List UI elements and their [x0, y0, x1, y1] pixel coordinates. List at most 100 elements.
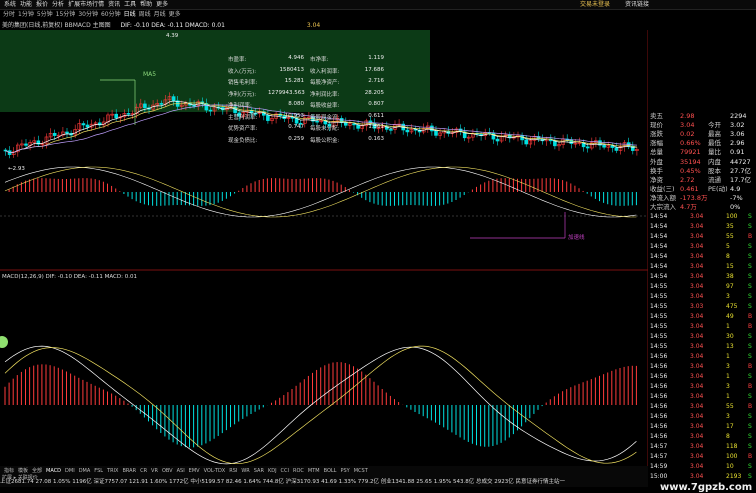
tick-price: 3.04 — [690, 283, 704, 290]
period-tab-6[interactable]: 日线 — [124, 10, 136, 20]
tick-price: 3.04 — [690, 273, 704, 280]
tick-side: S — [748, 393, 752, 400]
indicator-tab-16[interactable]: WR — [241, 467, 249, 475]
tick-side: B — [748, 403, 753, 410]
indicator-tab-15[interactable]: RSI — [229, 467, 237, 475]
indicator-tab-3[interactable]: MACD — [46, 467, 61, 475]
info-label: 每股收益率: — [310, 103, 340, 109]
info-label: 净利润率: — [228, 103, 252, 109]
indicator-tab-13[interactable]: EMV — [189, 467, 200, 475]
tick-row: 14:57 3.04 118 S — [648, 443, 756, 451]
tick-volume: 1 — [726, 323, 730, 330]
indicator-tab-18[interactable]: KDJ — [268, 467, 277, 475]
tick-time: 14:54 — [650, 253, 668, 260]
tick-time: 15:00 — [650, 473, 668, 480]
indicator-tab-8[interactable]: BRAR — [122, 467, 136, 475]
indicator-tab-21[interactable]: MTM — [308, 467, 320, 475]
quote-value2: 2.96 — [730, 139, 745, 148]
trade-login-link[interactable]: 交易未登录 — [580, 0, 610, 9]
info-value: 0.747 — [288, 124, 304, 130]
tick-row: 14:55 3.04 13 S — [648, 343, 756, 351]
indicator-tab-20[interactable]: ROC — [293, 467, 304, 475]
menu-item-0[interactable]: 系统 — [4, 0, 16, 9]
menu-item-8[interactable]: 更多 — [156, 0, 168, 9]
info-label: 净利(万元): — [228, 91, 257, 98]
upper-histogram — [8, 178, 637, 206]
menu-item-7[interactable]: 帮助 — [140, 0, 152, 9]
info-value: 1.119 — [368, 55, 384, 61]
tick-time: 14:56 — [650, 363, 668, 370]
info-value: 4.946 — [288, 55, 304, 61]
tick-row: 14:56 3.04 8 S — [648, 433, 756, 441]
indicator-tab-5[interactable]: DMA — [79, 467, 91, 475]
tick-row: 14:56 3.04 55 B — [648, 403, 756, 411]
period-tab-4[interactable]: 30分钟 — [78, 10, 98, 20]
indicator-tab-23[interactable]: PSY — [340, 467, 349, 475]
period-toolbar: 分时 1分钟 5分钟 15分钟 30分钟 60分钟 日线 周线 月线 更多 — [0, 10, 430, 20]
menu-item-5[interactable]: 资讯 — [108, 0, 120, 9]
tick-volume: 49 — [726, 313, 734, 320]
tick-price: 3.04 — [690, 263, 704, 270]
quote-label2: PE(动) — [708, 184, 728, 193]
quote-value: 0.66% — [680, 139, 701, 148]
tick-row: 14:54 3.04 35 S — [648, 223, 756, 231]
indicator-header: DIF: -0.10 DEA: -0.11 DMACD: 0.01 — [120, 22, 225, 29]
tick-row: 14:54 3.04 8 S — [648, 253, 756, 261]
indicator-value: 3.04 — [306, 22, 321, 29]
tick-price: 3.04 — [690, 343, 704, 350]
tick-price: 3.04 — [690, 233, 704, 240]
quote-value2: 0.91 — [730, 148, 745, 157]
period-tab-7[interactable]: 周线 — [139, 10, 151, 20]
tick-price: 3.04 — [690, 363, 704, 370]
tick-row: 14:54 3.04 55 B — [648, 233, 756, 241]
period-tab-0[interactable]: 分时 — [3, 10, 15, 20]
menu-item-2[interactable]: 报价 — [36, 0, 48, 9]
period-tab-2[interactable]: 5分钟 — [37, 10, 53, 20]
indicator-tab-17[interactable]: SAR — [254, 467, 264, 475]
tick-volume: 3 — [726, 383, 730, 390]
tick-side: B — [748, 383, 753, 390]
period-tab-5[interactable]: 60分钟 — [101, 10, 121, 20]
info-value: 1580413 — [279, 66, 305, 73]
indicator-tab-6[interactable]: FSL — [94, 467, 103, 475]
period-tab-3[interactable]: 15分钟 — [56, 10, 76, 20]
tick-side: S — [748, 303, 752, 310]
macd-header: MACD(12,26,9) DIF: -0.10 DEA: -0.11 MACD… — [2, 274, 137, 280]
indicator-tab-10[interactable]: VR — [151, 467, 158, 475]
period-tab-9[interactable]: 更多 — [169, 10, 181, 20]
tick-time: 14:55 — [650, 323, 668, 330]
info-value: 1279943.563 — [268, 89, 305, 96]
indicator-tab-22[interactable]: BOLL — [324, 467, 337, 475]
tick-side: S — [748, 223, 752, 230]
period-tab-8[interactable]: 月线 — [154, 10, 166, 20]
indicator-tab-11[interactable]: OBV — [162, 467, 173, 475]
quote-label: 外盘 — [650, 157, 663, 166]
tick-volume: 100 — [726, 453, 738, 460]
indicator-tab-19[interactable]: CCI — [281, 467, 289, 475]
info-label: 现金负债比: — [228, 137, 258, 144]
tick-time: 14:54 — [650, 273, 668, 280]
info-link[interactable]: 资讯链接 — [625, 0, 649, 9]
quote-value: 0.461 — [680, 184, 699, 193]
info-label: 每股现金流: — [310, 114, 340, 121]
info-value: 0.611 — [368, 112, 384, 119]
scroll-handle[interactable] — [0, 336, 8, 348]
indicator-tab-12[interactable]: ASI — [177, 467, 185, 475]
indicator-tab-7[interactable]: TRIX — [107, 467, 118, 475]
tick-volume: 38 — [726, 273, 734, 280]
index-ticker: 上证2681.74 27.08 1.05% 1196亿 深证7757.07 12… — [0, 479, 565, 485]
menu-item-1[interactable]: 功能 — [20, 0, 32, 9]
indicator-tab-9[interactable]: CR — [140, 467, 147, 475]
info-value: 28.205 — [364, 89, 384, 96]
quote-value: 2.98 — [680, 112, 695, 120]
menu-item-3[interactable]: 分析 — [52, 0, 64, 9]
indicator-tab-4[interactable]: DMI — [65, 467, 75, 475]
menu-item-6[interactable]: 工具 — [124, 0, 136, 9]
period-tab-1[interactable]: 1分钟 — [18, 10, 34, 20]
menu-item-4[interactable]: 扩展市场行情 — [68, 0, 104, 9]
indicator-tab-24[interactable]: MCST — [354, 467, 368, 475]
tick-row: 14:56 3.04 1 S — [648, 353, 756, 361]
quote-row: 净流入额 -173.8万 -7% — [648, 194, 756, 203]
indicator-tab-14[interactable]: VOL-TDX — [204, 467, 226, 475]
candle — [208, 109, 213, 112]
